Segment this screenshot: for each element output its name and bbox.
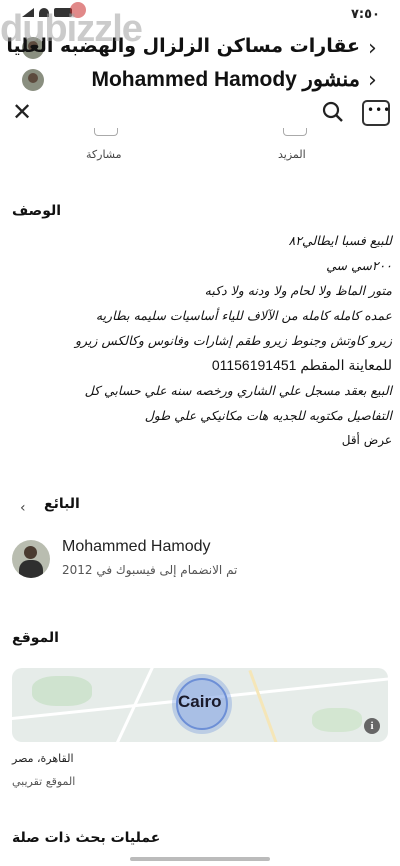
description-body: للبيع فسبا ايطالي٨٢ ٢٠٠سي سي متور الماظ … (8, 228, 392, 453)
home-indicator (130, 857, 270, 861)
map-road (248, 669, 279, 742)
chevron-right-icon[interactable]: › (368, 68, 377, 93)
chevron-left-icon[interactable]: ‹ (20, 500, 26, 516)
description-title: الوصف (12, 203, 62, 219)
more-icon[interactable] (283, 128, 307, 136)
map-city-label: Cairo (178, 692, 222, 711)
watermark-logo-dot (70, 2, 86, 18)
description-line: البيع بعقد مسجل علي الشاري ورخصه سنه علي… (84, 383, 392, 398)
more-label[interactable]: المزيد (278, 148, 306, 161)
nav-row-post[interactable]: منشور Mohammed Hamody › (0, 64, 400, 96)
see-less-link[interactable]: عرض أقل (8, 428, 392, 453)
description-line: عمده كامله كامله من الآلاف للياء أساسيات… (95, 308, 392, 323)
share-icon[interactable] (94, 128, 118, 136)
map-park (32, 676, 92, 706)
description-line: زيرو كاوتش وجنوط زيرو طقم إشارات وفانوس … (75, 333, 392, 348)
share-label[interactable]: مشاركة (86, 148, 122, 161)
related-searches-title: عمليات بحث ذات صلة (12, 830, 161, 846)
author-thumbnail (22, 69, 44, 91)
wifi-icon (39, 8, 49, 17)
seller-joined: تم الانضمام إلى فيسبوك في 2012 (62, 563, 238, 577)
post-title: منشور Mohammed Hamody (91, 68, 360, 91)
description-line: للبيع فسبا ايطالي٨٢ (288, 233, 392, 248)
nav-row-group[interactable]: عقارات مساكن الزلزال والهضبه العليا › (0, 32, 400, 64)
location-title: الموقع (12, 630, 59, 646)
group-title: عقارات مساكن الزلزال والهضبه العليا (6, 35, 360, 57)
search-icon[interactable] (322, 101, 344, 123)
description-line: التفاصيل مكتوبه للجديه هات مكانيكي علي ط… (144, 408, 392, 423)
more-options-icon[interactable] (362, 100, 391, 126)
avatar[interactable] (12, 540, 50, 578)
close-icon[interactable]: ✕ (12, 98, 32, 126)
chevron-right-icon[interactable]: › (368, 36, 377, 61)
map-park (312, 708, 362, 732)
description-line: ٢٠٠سي سي (326, 258, 392, 273)
seller-title: البائع (44, 496, 80, 512)
status-icons (22, 8, 72, 17)
toolbar: ✕ (0, 98, 400, 130)
info-icon[interactable]: i (364, 718, 380, 734)
status-bar: ٧:٥٠ (0, 0, 400, 30)
seller-name[interactable]: Mohammed Hamody (62, 538, 211, 556)
location-name: القاهرة، مصر (12, 752, 74, 765)
location-map[interactable]: Cairo i (12, 668, 388, 742)
status-time: ٧:٥٠ (350, 7, 380, 22)
description-line: متور الماظ ولا لحام ولا ودنه ولا دكبه (204, 283, 392, 298)
signal-icon (22, 8, 34, 17)
description-line-phone: للمعاينة المقطم 01156191451 (211, 357, 392, 373)
location-approx-note: الموقع تقريبي (12, 775, 76, 788)
